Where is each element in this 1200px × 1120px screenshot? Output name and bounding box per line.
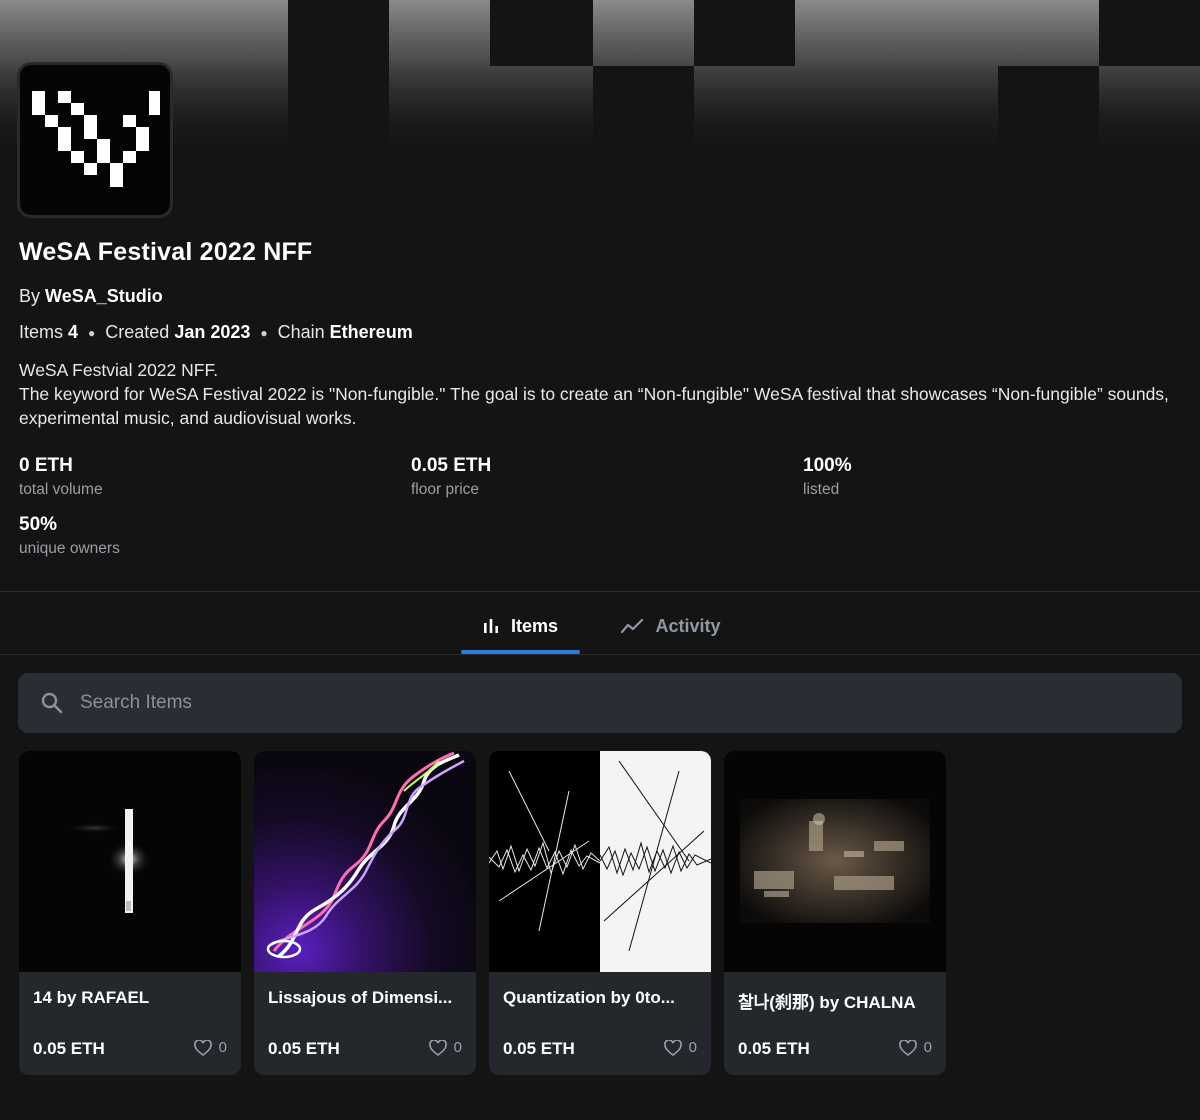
stat-value: 50% [19,514,58,535]
item-thumbnail[interactable] [19,751,241,972]
creator-line: By WeSA_Studio [19,286,163,307]
item-card[interactable]: Quantization by 0to... 0.05 ETH 0 [489,751,711,1075]
item-name[interactable]: Quantization by 0to... [503,988,699,1008]
by-label: By [19,286,41,306]
stat-floor-price: 0.05 ETH floor price [411,455,491,499]
tab-activity[interactable]: Activity [606,598,736,654]
item-card[interactable]: Lissajous of Dimensi... 0.05 ETH 0 [254,751,476,1075]
like-count: 0 [218,1039,227,1056]
stat-label: total volume [19,481,103,498]
item-thumbnail[interactable] [489,751,711,972]
bar-chart-icon [483,618,499,634]
collection-title: WeSA Festival 2022 NFF [19,238,313,266]
description-line: WeSA Festvial 2022 NFF. [19,360,219,380]
like-button[interactable]: 0 [898,1039,932,1056]
item-thumbnail[interactable] [254,751,476,972]
tab-items[interactable]: Items [461,598,580,654]
search-icon [40,691,64,715]
search-input[interactable] [80,692,1080,714]
item-price: 0.05 ETH [268,1039,340,1058]
stat-label: listed [803,481,840,498]
tab-items-label: Items [510,615,559,636]
stat-total-volume: 0 ETH total volume [19,455,103,499]
item-name[interactable]: Lissajous of Dimensi... [268,988,464,1008]
item-price: 0.05 ETH [738,1039,810,1058]
search-bar[interactable] [18,673,1182,733]
like-count: 0 [453,1039,462,1056]
like-button[interactable]: 0 [428,1039,462,1056]
wesa-logo-icon [32,91,160,187]
stat-unique-owners: 50% unique owners [19,514,120,558]
stat-listed: 100% listed [803,455,852,499]
stat-label: floor price [411,481,480,498]
collection-meta: Items 4 ● Created Jan 2023 ● Chain Ether… [19,322,413,343]
tabs-divider-top [0,591,1200,592]
heart-icon [428,1039,447,1056]
item-price: 0.05 ETH [503,1039,575,1058]
item-card[interactable]: 찰나(刹那) by CHALNA 0.05 ETH 0 [724,751,946,1075]
collection-banner [0,0,1200,160]
items-label: Items [19,322,64,342]
tabs-divider-bottom [0,654,1200,655]
item-name[interactable]: 찰나(刹那) by CHALNA [738,988,934,1013]
item-name[interactable]: 14 by RAFAEL [33,988,229,1008]
like-count: 0 [923,1039,932,1056]
like-count: 0 [688,1039,697,1056]
stat-value: 0 ETH [19,455,73,476]
item-thumbnail[interactable] [724,751,946,972]
trend-line-icon [621,619,644,633]
items-count: 4 [68,322,79,342]
collection-description: WeSA Festvial 2022 NFF. The keyword for … [19,358,1169,430]
created-value: Jan 2023 [174,322,251,342]
like-button[interactable]: 0 [663,1039,697,1056]
heart-icon [193,1039,212,1056]
stat-label: unique owners [19,540,120,557]
heart-icon [663,1039,682,1056]
stat-value: 0.05 ETH [411,455,492,476]
item-price: 0.05 ETH [33,1039,105,1058]
collection-logo [17,62,173,218]
creator-link[interactable]: WeSA_Studio [45,286,163,306]
description-paragraph: The keyword for WeSA Festival 2022 is "N… [19,384,1169,428]
item-card[interactable]: 14 by RAFAEL 0.05 ETH 0 [19,751,241,1075]
chain-value: Ethereum [329,322,413,342]
heart-icon [898,1039,917,1056]
chain-label: Chain [277,322,325,342]
tab-activity-label: Activity [655,615,721,636]
like-button[interactable]: 0 [193,1039,227,1056]
separator-dot: ● [88,325,96,340]
created-label: Created [105,322,170,342]
stat-value: 100% [803,455,852,476]
separator-dot: ● [260,325,268,340]
